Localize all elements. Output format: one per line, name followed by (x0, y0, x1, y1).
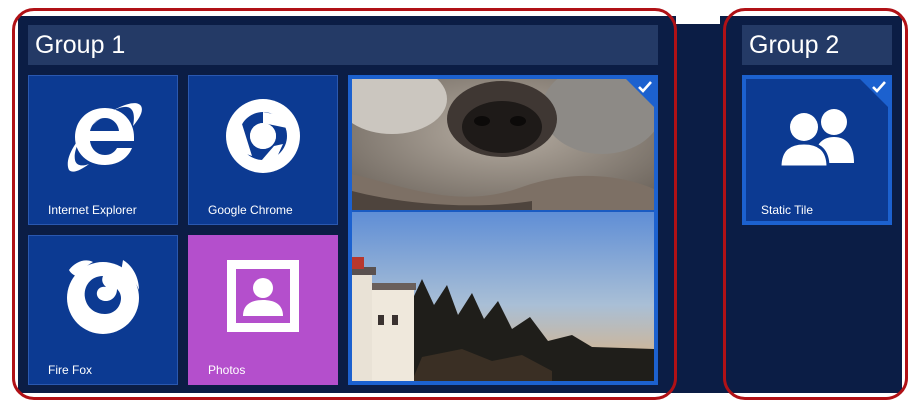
group-2-outline (723, 8, 908, 400)
group-1-outline (12, 8, 677, 400)
background-gap (676, 0, 720, 24)
